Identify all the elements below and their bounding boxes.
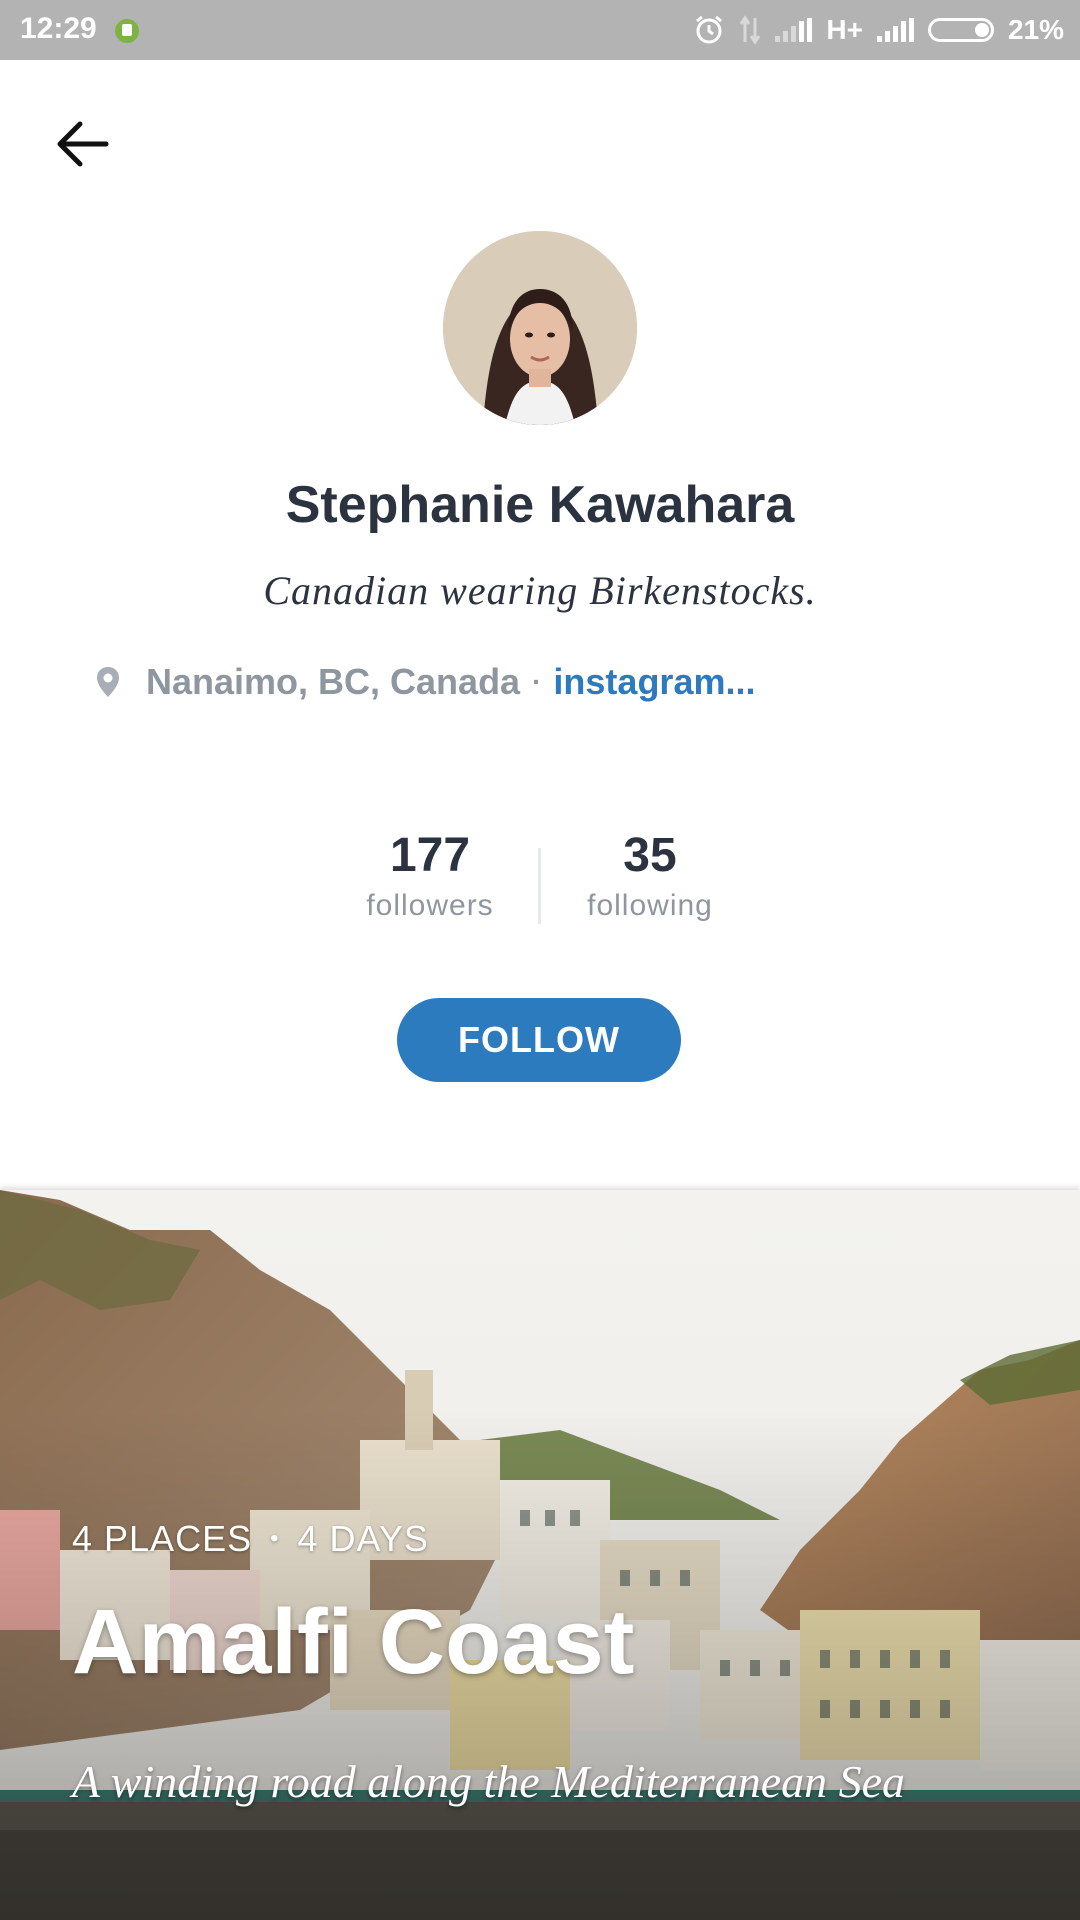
profile-location: Nanaimo, BC, Canada — [146, 661, 521, 702]
profile-name: Stephanie Kawahara — [285, 476, 795, 534]
alarm-icon — [696, 15, 723, 44]
instagram-link[interactable]: instagram... — [553, 661, 755, 703]
network-type: H+ — [826, 14, 863, 45]
signal-icon — [876, 18, 914, 42]
followers-stat[interactable]: 177 followers — [330, 828, 530, 923]
trip-card[interactable]: 4 PLACES • 4 DAYS Amalfi Coast A winding… — [0, 1190, 1080, 1920]
trip-meta-separator: • — [270, 1525, 280, 1552]
location-pin-icon — [97, 667, 119, 697]
back-arrow-icon[interactable] — [50, 110, 114, 174]
status-bar: 12:29 H+ 21% — [0, 0, 1080, 60]
following-label: following — [587, 889, 713, 922]
data-arrows-icon — [740, 15, 761, 45]
following-stat[interactable]: 35 following — [550, 828, 750, 923]
stats-divider — [538, 848, 541, 924]
status-time: 12:29 — [20, 12, 97, 45]
followers-count: 177 — [389, 829, 471, 882]
following-count: 35 — [623, 829, 677, 882]
trip-days: 4 DAYS — [297, 1518, 429, 1559]
signal-icon — [775, 18, 813, 42]
profile-meta: Nanaimo, BC, Canada · instagram... — [96, 656, 755, 708]
trip-places: 4 PLACES — [72, 1518, 253, 1559]
follow-button[interactable]: FOLLOW — [397, 998, 681, 1082]
trip-description: A winding road along the Mediterranean S… — [72, 1756, 906, 1807]
app-notification-icon — [115, 19, 139, 43]
avatar — [443, 231, 637, 425]
profile-bio: Canadian wearing Birkenstocks. — [263, 568, 817, 613]
followers-label: followers — [366, 889, 494, 922]
battery-icon — [927, 18, 994, 42]
battery-percent: 21% — [1007, 14, 1064, 45]
trip-title: Amalfi Coast — [72, 1591, 635, 1693]
meta-separator: · — [532, 666, 542, 697]
trip-meta: 4 PLACES • 4 DAYS — [72, 1518, 429, 1560]
profile-stats: 177 followers 35 following — [0, 828, 1080, 938]
